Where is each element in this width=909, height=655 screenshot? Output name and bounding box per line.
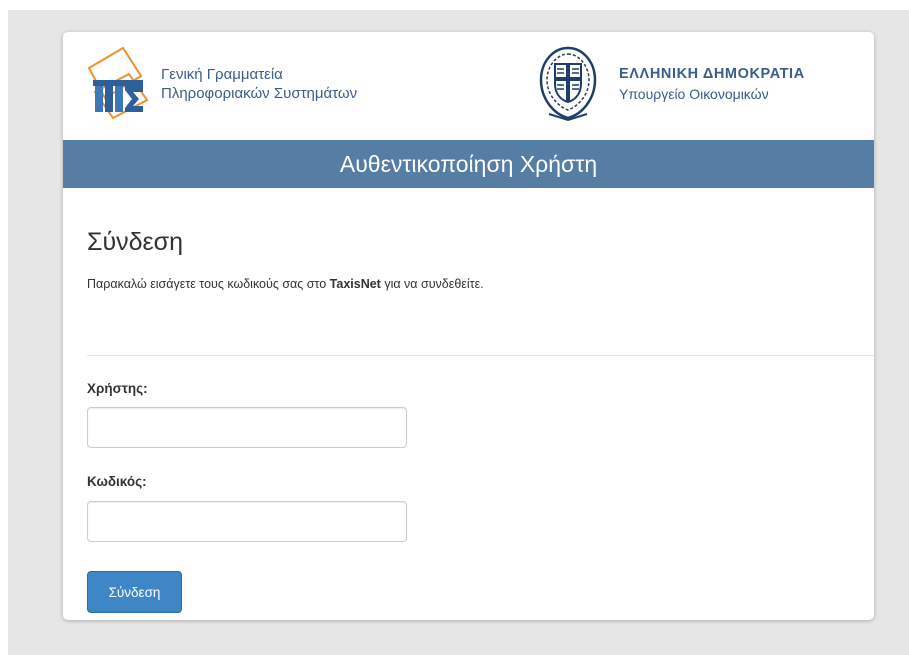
form-divider — [87, 355, 874, 356]
header: Γενική Γραμματεία Πληροφοριακών Συστημάτ… — [63, 32, 874, 140]
password-input[interactable] — [87, 501, 407, 542]
login-heading: Σύνδεση — [87, 228, 184, 256]
org-name-line2: Πληροφοριακών Συστημάτων — [161, 85, 358, 102]
username-label: Χρήστης: — [87, 381, 148, 396]
password-label: Κωδικός: — [87, 474, 147, 489]
username-input[interactable] — [87, 407, 407, 448]
login-button[interactable]: Σύνδεση — [87, 571, 182, 613]
org-name: Γενική Γραμματεία Πληροφοριακών Συστημάτ… — [161, 65, 357, 103]
login-card: Γενική Γραμματεία Πληροφοριακών Συστημάτ… — [63, 32, 874, 620]
login-instructions: Παρακαλώ εισάγετε τους κωδικούς σας στο … — [87, 276, 484, 292]
ministry-name: Υπουργείο Οικονομικών — [619, 86, 769, 102]
page-background: Γενική Γραμματεία Πληροφοριακών Συστημάτ… — [0, 0, 909, 655]
instructions-service-name: TaxisNet — [329, 277, 381, 291]
instructions-text-start: Παρακαλώ εισάγετε τους κωδικούς σας στο — [87, 277, 330, 291]
login-form: Σύνδεση Παρακαλώ εισάγετε τους κωδικούς … — [63, 188, 874, 620]
page-title-banner: Αυθεντικοποίηση Χρήστη — [63, 140, 874, 188]
instructions-text-end: για να συνδεθείτε. — [380, 277, 484, 291]
government-name: ΕΛΛΗΝΙΚΗ ΔΗΜΟΚΡΑΤΙΑ Υπουργείο Οικονομικώ… — [619, 65, 805, 104]
coat-of-arms-icon — [539, 46, 597, 122]
gsis-logo-icon — [87, 46, 149, 120]
org-name-line1: Γενική Γραμματεία — [161, 66, 283, 83]
government-title: ΕΛΛΗΝΙΚΗ ΔΗΜΟΚΡΑΤΙΑ — [619, 66, 805, 82]
